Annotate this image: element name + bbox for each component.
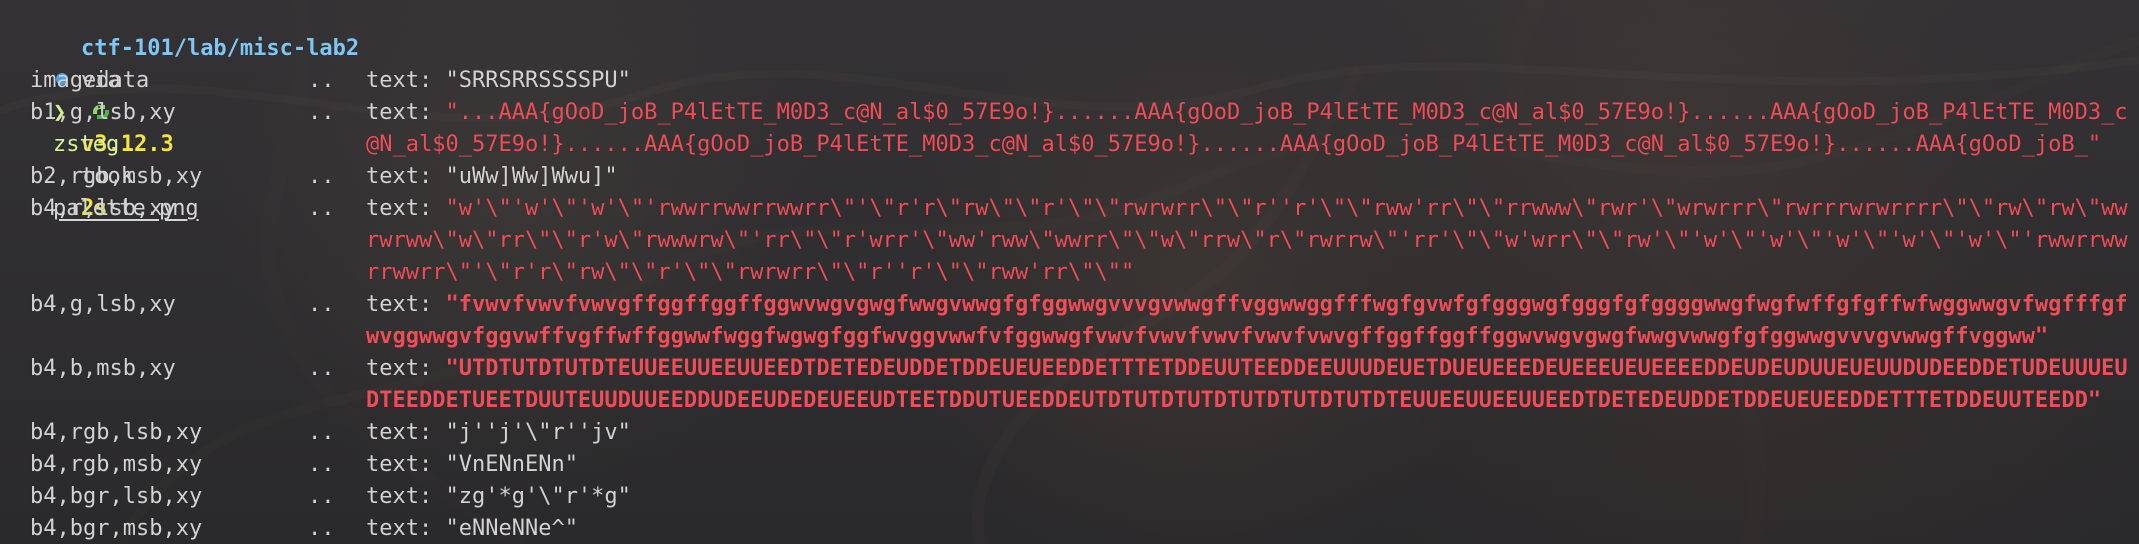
result-separator: .. bbox=[308, 420, 335, 445]
result-separator: .. bbox=[308, 484, 335, 509]
text-value: "...AAA{gOoD_joB_P4lEtTE_M0D3_c@N_al$0_5… bbox=[366, 100, 2128, 157]
result-separator: .. bbox=[308, 452, 335, 477]
result-label: b1,g,lsb,xy bbox=[30, 100, 176, 125]
prompt-line: ctf-101/lab/misc-lab2 via v3.12.3 took 2… bbox=[0, 1, 2139, 221]
result-separator: .. bbox=[308, 356, 335, 381]
result-value: text: "j''j'\"r''jv" bbox=[366, 417, 2139, 449]
results-list: imagedata .. text: "SRRSRRSSSSPU" b1,g,l… bbox=[0, 65, 2139, 544]
result-value: text: "zg'*g'\"r'*g" bbox=[366, 481, 2139, 513]
result-value: text: "w'\"'w'\"'w'\"'rwwrrwwrrwwrr\"'\"… bbox=[366, 193, 2139, 289]
result-row-5: b4,b,msb,xy .. text: "UTDTUTDTUTDTEUUEEU… bbox=[0, 353, 2139, 417]
result-separator: .. bbox=[308, 164, 335, 189]
text-prefix: text: bbox=[366, 100, 433, 125]
result-label: b4,bgr,msb,xy bbox=[30, 516, 203, 541]
result-separator: .. bbox=[308, 68, 335, 93]
result-label: b4,g,lsb,xy bbox=[30, 292, 176, 317]
result-label: b4,b,msb,xy bbox=[30, 356, 176, 381]
terminal-window: ctf-101/lab/misc-lab2 via v3.12.3 took 2… bbox=[0, 0, 2139, 544]
result-label: imagedata bbox=[30, 68, 150, 93]
result-separator: .. bbox=[308, 196, 335, 221]
result-row-3: b4,r,lsb,xy .. text: "w'\"'w'\"'w'\"'rww… bbox=[0, 193, 2139, 289]
text-prefix: text: bbox=[366, 452, 433, 477]
result-value: text: "SRRSRRSSSSPU" bbox=[366, 65, 2139, 97]
result-label: b4,r,lsb,xy bbox=[30, 196, 176, 221]
text-prefix: text: bbox=[366, 516, 433, 541]
result-row-9: b4,bgr,msb,xy .. text: "eNNeNNe^" bbox=[0, 513, 2139, 544]
result-row-8: b4,bgr,lsb,xy .. text: "zg'*g'\"r'*g" bbox=[0, 481, 2139, 513]
result-value: text: "UTDTUTDTUTDTEUUEEUUEEUUEEDTDETEDE… bbox=[366, 353, 2139, 417]
result-value: text: "...AAA{gOoD_joB_P4lEtTE_M0D3_c@N_… bbox=[366, 97, 2139, 161]
text-value: "eNNeNNe^" bbox=[445, 516, 578, 541]
text-prefix: text: bbox=[366, 292, 433, 317]
result-row-0: imagedata .. text: "SRRSRRSSSSPU" bbox=[0, 65, 2139, 97]
text-value: "uWw]Ww]Wwu]" bbox=[445, 164, 618, 189]
text-value: "UTDTUTDTUTDTEUUEEUUEEUUEEDTDETEDEUDDETD… bbox=[366, 356, 2128, 413]
result-value: text: "fvwvfvwvfvwvgffggffggffggwvwgvgwg… bbox=[366, 289, 2139, 353]
text-prefix: text: bbox=[366, 356, 433, 381]
text-value: "j''j'\"r''jv" bbox=[445, 420, 631, 445]
result-label: b4,rgb,msb,xy bbox=[30, 452, 203, 477]
result-row-1: b1,g,lsb,xy .. text: "...AAA{gOoD_joB_P4… bbox=[0, 97, 2139, 161]
text-prefix: text: bbox=[366, 68, 433, 93]
result-label: b2,rgb,msb,xy bbox=[30, 164, 203, 189]
text-value: "w'\"'w'\"'w'\"'rwwrrwwrrwwrr\"'\"r'r\"r… bbox=[366, 196, 2128, 285]
result-value: text: "eNNeNNe^" bbox=[366, 513, 2139, 544]
result-value: text: "uWw]Ww]Wwu]" bbox=[366, 161, 2139, 193]
result-label: b4,bgr,lsb,xy bbox=[30, 484, 203, 509]
text-prefix: text: bbox=[366, 420, 433, 445]
text-prefix: text: bbox=[366, 196, 433, 221]
command-line: ❯ zsteg palette.png bbox=[0, 33, 2139, 221]
result-separator: .. bbox=[308, 516, 335, 541]
text-value: "VnENnENn" bbox=[445, 452, 578, 477]
result-value: text: "VnENnENn" bbox=[366, 449, 2139, 481]
result-row-6: b4,rgb,lsb,xy .. text: "j''j'\"r''jv" bbox=[0, 417, 2139, 449]
text-prefix: text: bbox=[366, 484, 433, 509]
result-row-7: b4,rgb,msb,xy .. text: "VnENnENn" bbox=[0, 449, 2139, 481]
result-label: b4,rgb,lsb,xy bbox=[30, 420, 203, 445]
text-value: "zg'*g'\"r'*g" bbox=[445, 484, 631, 509]
result-separator: .. bbox=[308, 292, 335, 317]
result-separator: .. bbox=[308, 100, 335, 125]
text-value: "SRRSRRSSSSPU" bbox=[445, 68, 631, 93]
result-row-4: b4,g,lsb,xy .. text: "fvwvfvwvfvwvgffggf… bbox=[0, 289, 2139, 353]
result-row-2: b2,rgb,msb,xy .. text: "uWw]Ww]Wwu]" bbox=[0, 161, 2139, 193]
text-prefix: text: bbox=[366, 164, 433, 189]
text-value: "fvwvfvwvfvwvgffggffggffggwvwgvgwgfwwgvw… bbox=[366, 292, 2128, 349]
